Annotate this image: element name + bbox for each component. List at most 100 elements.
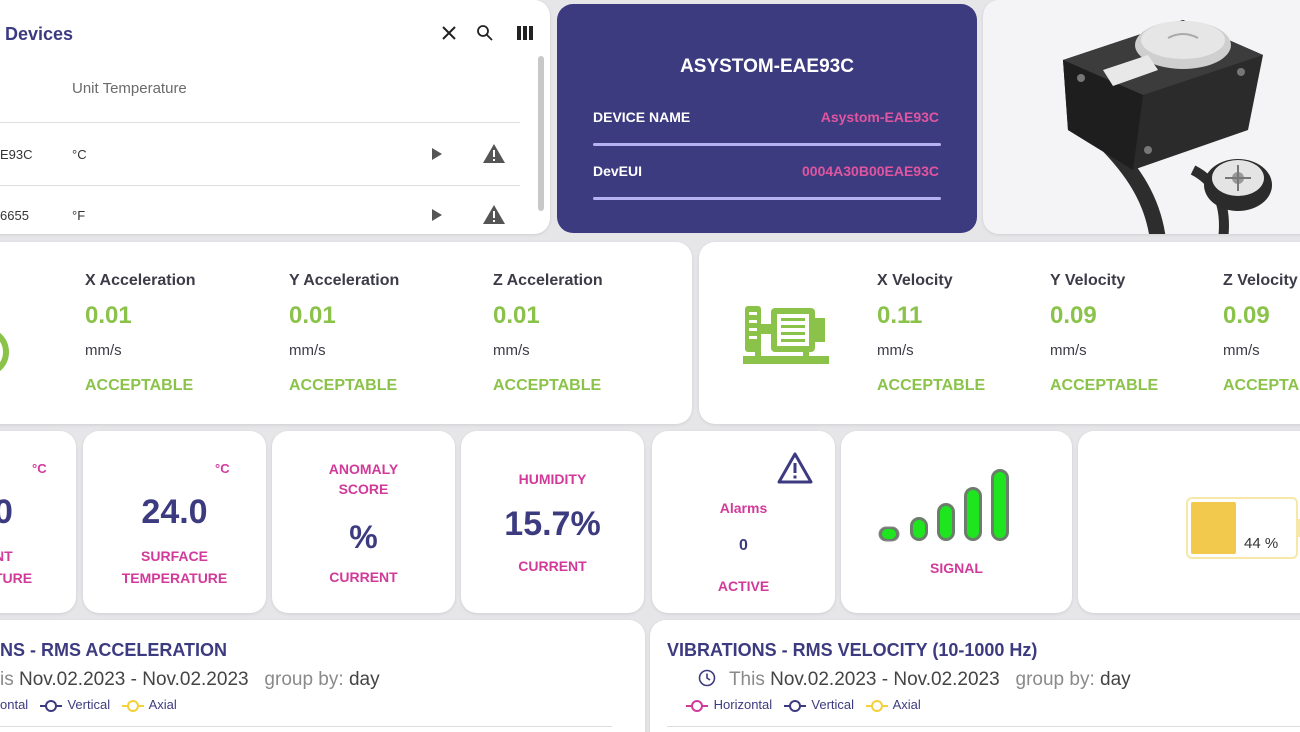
- ambient-temperature-tile: °C 0 NT TURE: [0, 431, 76, 613]
- velocity-card: X Velocity 0.11 mm/s ACCEPTABLE Y Veloci…: [699, 242, 1300, 424]
- unit-cell: °C: [72, 147, 87, 162]
- device-photo-card: [983, 0, 1300, 234]
- alarms-tile[interactable]: Alarms 0 ACTIVE: [652, 431, 835, 613]
- battery-tile: 44 %: [1078, 431, 1300, 613]
- z-velocity-value: 0.09: [1223, 302, 1270, 329]
- period-prefix: This: [728, 669, 765, 690]
- anomaly-score-title-2: SCORE: [338, 481, 389, 497]
- battery-level-fill: [1191, 502, 1236, 554]
- humidity-title: HUMIDITY: [518, 471, 587, 487]
- alarms-count: 0: [739, 537, 748, 554]
- motor-icon: [0, 310, 22, 395]
- chart-title: VIBRATIONS - RMS VELOCITY (10-1000 Hz): [667, 640, 1038, 660]
- anomaly-score-title-1: ANOMALY: [328, 461, 399, 477]
- legend-horizontal[interactable]: ontal: [0, 697, 28, 712]
- x-acceleration-label: X Acceleration: [85, 272, 196, 289]
- z-acceleration-label: Z Acceleration: [493, 272, 603, 289]
- group-by-label: group by:: [1015, 669, 1095, 690]
- device-name-cell: E93C: [0, 147, 33, 162]
- anomaly-score-tile: ANOMALY SCORE % CURRENT: [272, 431, 455, 613]
- surface-temperature-value: 24.0: [141, 493, 208, 531]
- divider: [593, 143, 941, 146]
- surface-temperature-caption-1: SURFACE: [141, 548, 208, 564]
- group-by-label: group by:: [264, 669, 344, 690]
- y-acceleration-unit: mm/s: [289, 342, 326, 359]
- device-name-value: Asystom-EAE93C: [820, 109, 939, 125]
- group-by-value: day: [1100, 669, 1131, 690]
- group-by-value: day: [348, 669, 380, 690]
- chart-title: NS - RMS ACCELERATION: [0, 640, 227, 660]
- ambient-temperature-unit: °C: [32, 461, 47, 476]
- z-acceleration-value: 0.01: [493, 302, 540, 329]
- period-prefix: is: [0, 669, 14, 690]
- x-velocity-value: 0.11: [877, 302, 923, 329]
- legend-axial-swatch: [121, 699, 144, 712]
- chart-legend: ontal Vertical Axial: [0, 697, 177, 712]
- motor-icon: [741, 300, 831, 375]
- chart-legend: Horizontal Vertical Axial: [686, 697, 921, 712]
- chart-period[interactable]: This Nov.02.2023 - Nov.02.2023 group by:…: [698, 669, 1131, 693]
- legend-vertical-swatch: [783, 699, 806, 712]
- x-acceleration-value: 0.01: [85, 302, 132, 329]
- play-icon[interactable]: [432, 148, 442, 160]
- humidity-caption: CURRENT: [518, 558, 587, 574]
- rms-velocity-chart-card: VIBRATIONS - RMS VELOCITY (10-1000 Hz) T…: [650, 620, 1300, 732]
- y-velocity-status: ACCEPTABLE: [1050, 377, 1159, 394]
- period-range: Nov.02.2023 - Nov.02.2023: [19, 669, 249, 690]
- alarms-caption: ACTIVE: [717, 578, 770, 594]
- device-title: ASYSTOM-EAE93C: [680, 56, 854, 77]
- scrollbar[interactable]: [538, 56, 544, 211]
- surface-temperature-unit: °C: [215, 461, 230, 476]
- y-velocity-label: Y Velocity: [1050, 272, 1126, 289]
- x-velocity-status: ACCEPTABLE: [877, 377, 986, 394]
- legend-horizontal-swatch: [686, 699, 708, 712]
- legend-vertical[interactable]: Vertical: [811, 697, 854, 712]
- y-velocity-unit: mm/s: [1050, 342, 1087, 359]
- signal-tile: SIGNAL: [841, 431, 1072, 613]
- z-velocity-unit: mm/s: [1223, 342, 1260, 359]
- y-acceleration-value: 0.01: [289, 302, 336, 329]
- legend-horizontal[interactable]: Horizontal: [714, 697, 773, 712]
- battery-icon: 44 %: [1186, 497, 1298, 559]
- x-acceleration-status: ACCEPTABLE: [85, 377, 194, 394]
- close-icon[interactable]: [438, 22, 460, 44]
- warning-icon[interactable]: [482, 143, 506, 169]
- alert-triangle-icon: [776, 451, 814, 490]
- x-acceleration-unit: mm/s: [85, 342, 122, 359]
- column-header-unit-temperature[interactable]: Unit Temperature: [72, 80, 187, 97]
- columns-icon[interactable]: [514, 22, 536, 44]
- device-name-label: DEVICE NAME: [593, 109, 691, 125]
- legend-axial-swatch: [865, 699, 888, 712]
- devices-card: Devices Unit Temperature E93C °C 6655 °F: [0, 0, 550, 234]
- y-acceleration-label: Y Acceleration: [289, 272, 400, 289]
- chart-period[interactable]: is Nov.02.2023 - Nov.02.2023 group by: d…: [0, 669, 380, 691]
- ambient-temperature-value: 0: [0, 493, 13, 531]
- legend-axial[interactable]: Axial: [893, 697, 921, 712]
- search-icon[interactable]: [474, 22, 496, 44]
- table-row[interactable]: 6655 °F: [0, 186, 520, 234]
- play-icon[interactable]: [432, 209, 442, 221]
- legend-axial[interactable]: Axial: [149, 697, 177, 712]
- ambient-temperature-caption-2: TURE: [0, 570, 33, 586]
- signal-strength-icon: [878, 469, 1009, 542]
- deveui-label: DevEUI: [593, 163, 643, 179]
- chart-divider: [667, 726, 1300, 727]
- clock-icon: [698, 669, 716, 693]
- ambient-temperature-caption-1: NT: [0, 548, 13, 564]
- x-velocity-label: X Velocity: [877, 272, 953, 289]
- unit-cell: °F: [72, 208, 86, 223]
- divider: [593, 197, 941, 200]
- device-info-card: ASYSTOM-EAE93C DEVICE NAME Asystom-EAE93…: [557, 4, 977, 233]
- deveui-value: 0004A30B00EAE93C: [802, 163, 939, 179]
- alarms-title: Alarms: [719, 500, 768, 516]
- humidity-value: 15.7%: [504, 505, 601, 543]
- surface-temperature-tile: °C 24.0 SURFACE TEMPERATURE: [83, 431, 266, 613]
- warning-icon[interactable]: [482, 204, 506, 230]
- legend-vertical[interactable]: Vertical: [67, 697, 110, 712]
- table-row[interactable]: E93C °C: [0, 123, 520, 185]
- y-velocity-value: 0.09: [1050, 302, 1097, 329]
- legend-vertical-swatch: [39, 699, 62, 712]
- z-acceleration-unit: mm/s: [493, 342, 530, 359]
- y-acceleration-status: ACCEPTABLE: [289, 377, 398, 394]
- humidity-tile: HUMIDITY 15.7% CURRENT: [461, 431, 644, 613]
